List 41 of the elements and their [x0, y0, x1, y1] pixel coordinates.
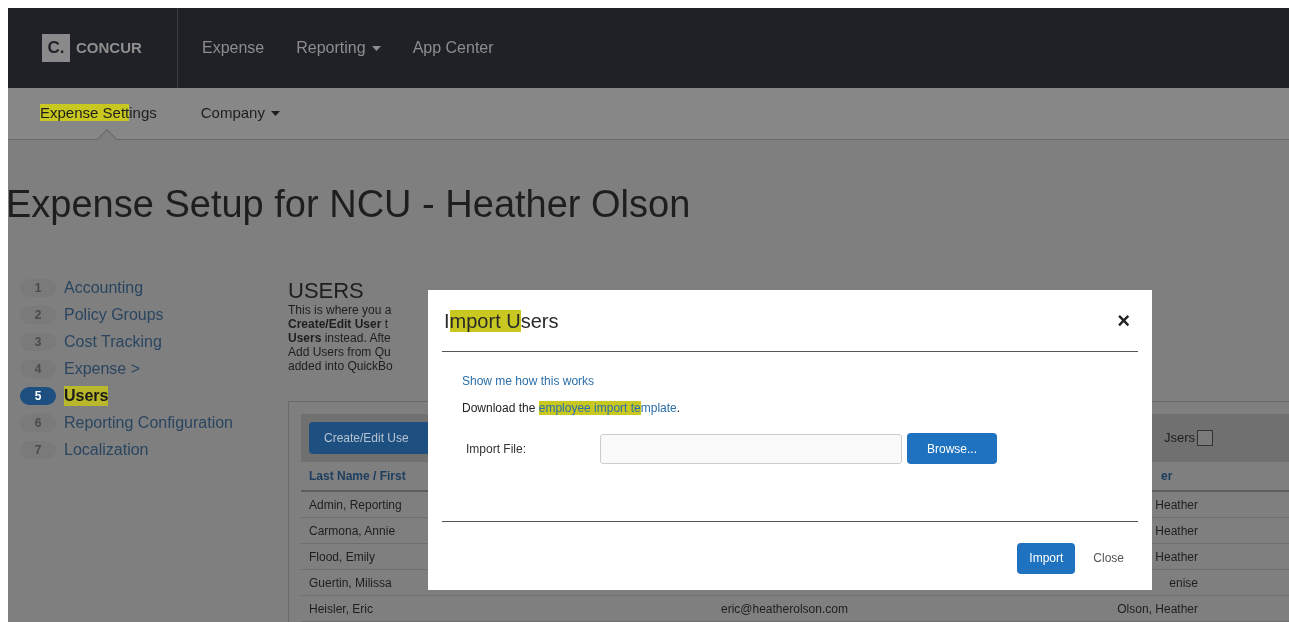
table-cell: Flood, Emily — [309, 549, 376, 564]
caret-icon — [270, 111, 280, 116]
help-link[interactable]: Show me how this works — [462, 372, 595, 390]
nav-link[interactable]: Expense — [202, 36, 265, 60]
table-cell: Guertin, Milissa — [309, 575, 392, 590]
table-cell: Heather — [1155, 497, 1198, 512]
file-input-field[interactable] — [600, 433, 902, 464]
description-text: This is where you a — [288, 303, 392, 317]
dialog-title: Import Users — [444, 308, 559, 334]
table-cell: Heisler, Eric — [309, 601, 373, 616]
table-cell: Olson, Heather — [1117, 601, 1198, 616]
page-title: Expense Setup for NCU - Heather Olson — [8, 182, 692, 227]
caret-icon — [371, 45, 381, 51]
create-edit-button[interactable]: Create/Edit Use — [309, 422, 429, 454]
table-cell: Admin, Reporting — [309, 497, 402, 512]
close-link[interactable]: Close — [1093, 549, 1124, 567]
description-text: added into QuickBo — [288, 359, 393, 373]
nav-link[interactable]: Reporting — [296, 36, 381, 60]
checkbox[interactable] — [1197, 430, 1213, 446]
nav-link[interactable]: App Center — [412, 36, 494, 60]
column-header: Last Name / First — [308, 468, 407, 485]
table-cell: enise — [1169, 575, 1198, 590]
checkbox-label: Jsers — [1163, 429, 1195, 448]
column-header: er — [1161, 468, 1173, 485]
close-button[interactable]: × — [1117, 309, 1130, 332]
field-label: Import File: — [465, 440, 527, 458]
description-text: Create/Edit User t — [288, 317, 389, 331]
table-cell: Heather — [1155, 523, 1198, 538]
logo-text: CONCUR — [76, 37, 142, 58]
section-heading: USERS — [288, 280, 364, 302]
description-text: Add Users from Qu — [288, 345, 391, 359]
step-link[interactable]: 5 Users — [20, 382, 288, 409]
subnav-tab[interactable]: Company — [200, 102, 280, 125]
table-cell: eric@heatherolson.com — [721, 601, 848, 616]
logo-mark: C. — [42, 34, 70, 62]
download-text: Download the employee import template. — [462, 400, 682, 417]
import-button[interactable]: Import — [1017, 542, 1076, 574]
browse-button[interactable]: Browse... — [907, 433, 997, 464]
description-text: Users instead. Afte — [288, 331, 391, 345]
table-cell: Carmona, Annie — [309, 523, 396, 538]
table-cell: Heather — [1155, 549, 1198, 564]
